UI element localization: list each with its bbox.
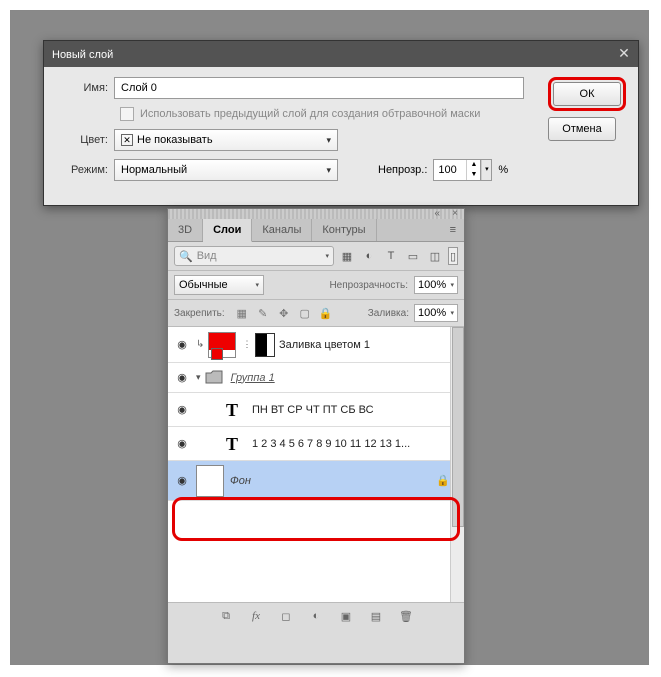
opacity-label: Непрозр.: — [378, 164, 427, 176]
lock-label: Закрепить: — [174, 308, 225, 319]
search-icon: 🔍 — [179, 250, 193, 263]
tab-channels[interactable]: Каналы — [252, 219, 312, 241]
layer-name-label: Группа 1 — [231, 372, 275, 384]
cancel-button[interactable]: Отмена — [548, 117, 616, 141]
lock-position-icon[interactable]: ✥ — [276, 305, 292, 321]
layer-name-label: ПН ВТ СР ЧТ ПТ СБ ВС — [252, 404, 374, 416]
chevron-down-icon: ▾ — [450, 309, 454, 317]
lock-image-icon[interactable]: ✎ — [255, 305, 271, 321]
no-color-icon: ✕ — [121, 134, 133, 146]
layer-row[interactable]: ◉ T ПН ВТ СР ЧТ ПТ СБ ВС — [168, 393, 464, 427]
lock-icon: 🔒 — [436, 474, 450, 487]
layer-row[interactable]: ◉ ↳ ⋮ Заливка цветом 1 — [168, 327, 464, 363]
dialog-titlebar[interactable]: Новый слой ✕ — [44, 41, 638, 67]
expand-icon[interactable]: ▾ — [196, 372, 201, 383]
layer-highlight — [172, 497, 460, 541]
panel-grip[interactable]: « × — [168, 209, 464, 219]
link-layers-icon[interactable]: ⧉ — [218, 608, 234, 624]
layer-thumbnail[interactable] — [196, 465, 224, 497]
collapse-icon[interactable]: « — [434, 208, 440, 219]
filter-toggle-icon[interactable]: ▯ — [448, 247, 458, 265]
name-label: Имя: — [56, 82, 114, 94]
panel-tabs: 3D Слои Каналы Контуры ≡ — [168, 219, 464, 242]
layer-name-label: Фон — [230, 475, 251, 487]
filter-adjust-icon[interactable]: ◐ — [360, 247, 378, 265]
filter-shape-icon[interactable]: ▭ — [404, 247, 422, 265]
chevron-down-icon: ▾ — [450, 281, 454, 289]
spin-up-icon[interactable]: ▲ — [466, 160, 480, 170]
filter-type-icon[interactable]: T — [382, 247, 400, 265]
layer-name-label: 1 2 3 4 5 6 7 8 9 10 11 12 13 1... — [252, 438, 410, 450]
scrollbar[interactable] — [450, 327, 464, 602]
ok-button[interactable]: ОК — [553, 82, 621, 106]
panel-footer: ⧉ fx ◻ ◐ ▣ ▤ 🗑 — [168, 603, 464, 629]
chevron-down-icon: ▾ — [326, 135, 331, 146]
type-layer-icon: T — [220, 432, 244, 456]
new-layer-icon[interactable]: ▤ — [368, 608, 384, 624]
lock-all-icon[interactable]: 🔒 — [318, 305, 334, 321]
clipping-mask-label: Использовать предыдущий слой для создани… — [140, 108, 480, 120]
layer-name-label: Заливка цветом 1 — [279, 339, 370, 351]
lock-artboard-icon[interactable]: ▢ — [297, 305, 313, 321]
layer-row[interactable]: ◉ ▾ Группа 1 — [168, 363, 464, 393]
lock-transparent-icon[interactable]: ▦ — [234, 305, 250, 321]
close-icon[interactable]: ✕ — [614, 43, 634, 63]
new-layer-dialog: Новый слой ✕ Имя: Использовать предыдущи… — [43, 40, 639, 206]
new-group-icon[interactable]: ▣ — [338, 608, 354, 624]
layer-style-icon[interactable]: fx — [248, 608, 264, 624]
adjustment-layer-icon[interactable]: ◐ — [308, 608, 324, 624]
visibility-icon[interactable]: ◉ — [174, 403, 190, 416]
clipping-mask-checkbox — [120, 107, 134, 121]
caret-down-icon[interactable]: ▾ — [481, 160, 491, 180]
chevron-down-icon: ▾ — [326, 165, 331, 176]
spin-down-icon[interactable]: ▼ — [466, 170, 480, 180]
color-select[interactable]: ✕Не показывать ▾ — [114, 129, 338, 151]
scrollbar-thumb[interactable] — [452, 327, 464, 527]
layers-list: ◉ ↳ ⋮ Заливка цветом 1 ◉ ▾ Группа 1 ◉ T … — [168, 327, 464, 603]
tab-layers[interactable]: Слои — [203, 219, 252, 242]
ok-highlight: ОК — [548, 77, 626, 111]
dialog-title-text: Новый слой — [52, 49, 113, 61]
chevron-down-icon: ▾ — [255, 281, 259, 289]
fill-label: Заливка: — [368, 308, 409, 319]
filter-pixel-icon[interactable]: ▦ — [338, 247, 356, 265]
link-icon: ⋮ — [242, 339, 252, 350]
layers-panel: « × 3D Слои Каналы Контуры ≡ 🔍 Вид ▾ ▦ ◐… — [167, 208, 465, 664]
layer-row-background[interactable]: ◉ Фон 🔒 — [168, 461, 464, 501]
add-mask-icon[interactable]: ◻ — [278, 608, 294, 624]
panel-close-icon[interactable]: × — [452, 208, 458, 219]
layer-name-input[interactable] — [114, 77, 524, 99]
layer-mask-thumbnail[interactable] — [255, 333, 275, 357]
mode-select[interactable]: Нормальный ▾ — [114, 159, 338, 181]
opacity-spinner[interactable]: 100 ▲▼ — [433, 159, 481, 181]
delete-layer-icon[interactable]: 🗑 — [398, 608, 414, 624]
layer-row[interactable]: ◉ T 1 2 3 4 5 6 7 8 9 10 11 12 13 1... — [168, 427, 464, 461]
fill-input[interactable]: 100%▾ — [414, 304, 458, 322]
layer-filter-search[interactable]: 🔍 Вид ▾ — [174, 246, 334, 266]
visibility-icon[interactable]: ◉ — [174, 437, 190, 450]
mode-label: Режим: — [56, 164, 114, 176]
visibility-icon[interactable]: ◉ — [174, 338, 190, 351]
visibility-icon[interactable]: ◉ — [174, 371, 190, 384]
filter-smart-icon[interactable]: ◫ — [426, 247, 444, 265]
layer-thumbnail[interactable] — [208, 332, 236, 358]
percent-label: % — [498, 164, 508, 176]
type-layer-icon: T — [220, 398, 244, 422]
color-label: Цвет: — [56, 134, 114, 146]
opacity-label: Непрозрачность: — [329, 280, 408, 291]
clip-arrow-icon: ↳ — [196, 339, 204, 350]
tab-3d[interactable]: 3D — [168, 219, 203, 241]
tab-paths[interactable]: Контуры — [312, 219, 376, 241]
visibility-icon[interactable]: ◉ — [174, 474, 190, 487]
chevron-down-icon: ▾ — [325, 252, 329, 260]
folder-icon — [205, 370, 225, 386]
blend-mode-select[interactable]: Обычные ▾ — [174, 275, 264, 295]
panel-menu-icon[interactable]: ≡ — [442, 219, 464, 241]
opacity-input[interactable]: 100%▾ — [414, 276, 458, 294]
